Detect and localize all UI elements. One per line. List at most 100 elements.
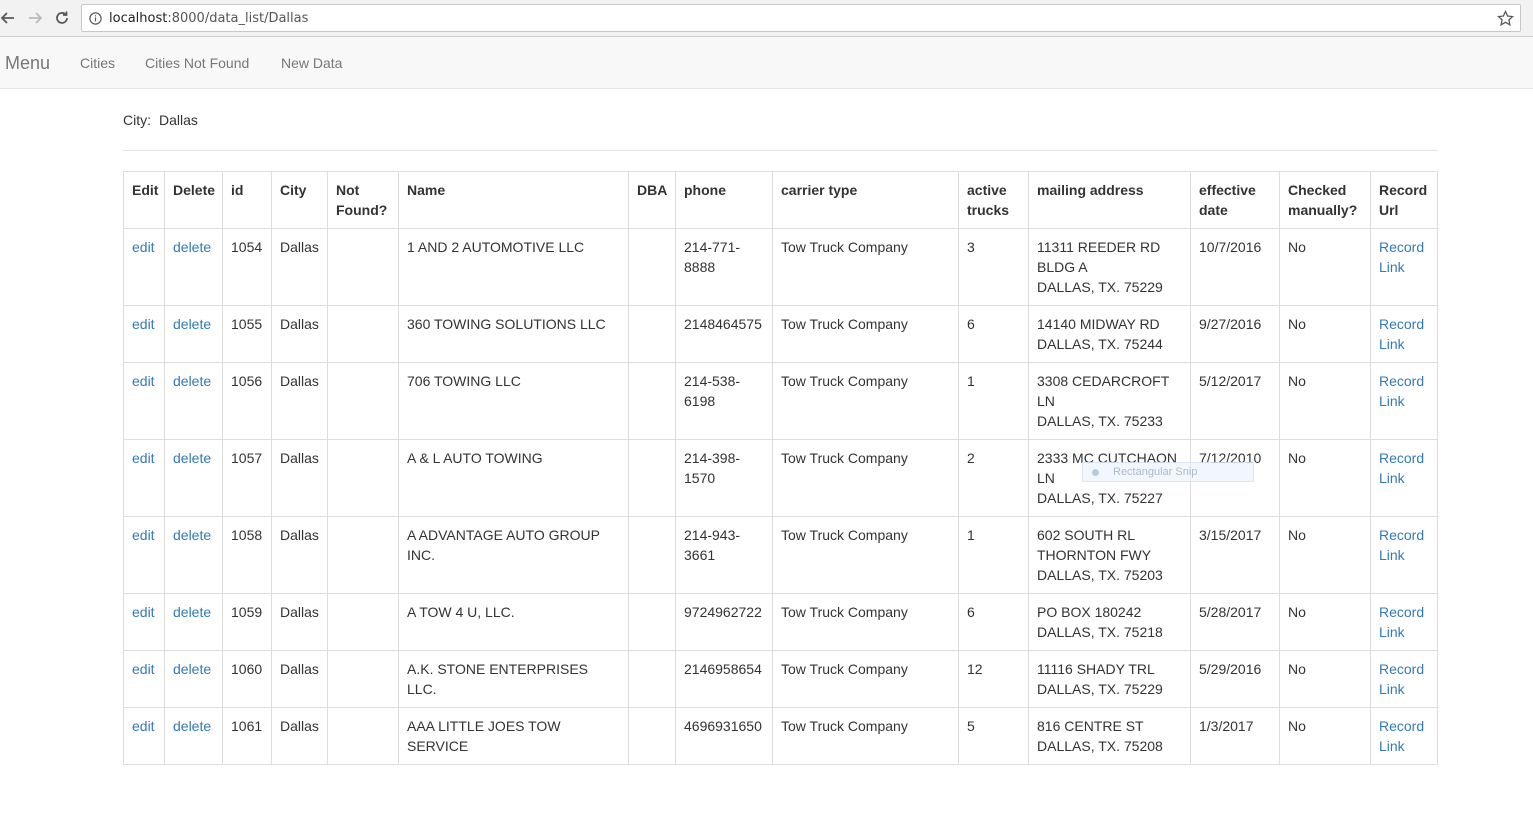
delete-link[interactable]: delete [173, 661, 211, 677]
checked-manually-cell: No [1279, 305, 1371, 363]
address-line: DALLAS, TX. 75208 [1037, 738, 1163, 754]
delete-link[interactable]: delete [173, 316, 211, 332]
record-link[interactable]: Record Link [1379, 718, 1424, 754]
mailing-address-cell: PO BOX 180242 DALLAS, TX. 75218 [1028, 593, 1191, 651]
record-link[interactable]: Record Link [1379, 661, 1424, 697]
name-cell: 360 TOWING SOLUTIONS LLC [398, 305, 629, 363]
name-cell: 706 TOWING LLC [398, 362, 629, 440]
header-checked-manually: Checked manually? [1279, 171, 1371, 229]
record-url-cell: Record Link [1370, 305, 1438, 363]
menu-brand[interactable]: Menu [5, 53, 50, 74]
address-line: DALLAS, TX. 75218 [1037, 624, 1163, 640]
delete-link[interactable]: delete [173, 527, 211, 543]
address-line: DALLAS, TX. 75229 [1037, 681, 1163, 697]
carrier-type-cell: Tow Truck Company [772, 439, 959, 517]
header-name: Name [398, 171, 629, 229]
record-link[interactable]: Record Link [1379, 450, 1424, 486]
delete-link[interactable]: delete [173, 718, 211, 734]
info-icon[interactable] [89, 12, 102, 25]
active-trucks-cell: 6 [958, 593, 1029, 651]
id-cell: 1060 [222, 650, 272, 708]
record-link[interactable]: Record Link [1379, 239, 1424, 275]
address-line: PO BOX 180242 [1037, 604, 1142, 620]
header-effective-date: effective date [1190, 171, 1280, 229]
not-found-cell [327, 439, 399, 517]
phone-cell: 2146958654 [675, 650, 773, 708]
edit-link[interactable]: edit [132, 718, 155, 734]
dba-cell [628, 305, 676, 363]
nav-link-cities[interactable]: Cities [80, 55, 115, 71]
header-dba: DBA [628, 171, 676, 229]
address-line: 602 SOUTH RL THORNTON FWY [1037, 527, 1152, 563]
active-trucks-cell: 3 [958, 228, 1029, 306]
back-arrow-icon[interactable] [0, 6, 20, 30]
not-found-cell [327, 362, 399, 440]
edit-link[interactable]: edit [132, 450, 155, 466]
mailing-address-cell: 14140 MIDWAY RD DALLAS, TX. 75244 [1028, 305, 1191, 363]
record-link[interactable]: Record Link [1379, 604, 1424, 640]
url-path: :8000/data_list/Dallas [167, 11, 309, 26]
snip-tooltip: Rectangular Snip [1082, 462, 1254, 482]
city-cell: Dallas [271, 305, 328, 363]
name-cell: A.K. STONE ENTERPRISES LLC. [398, 650, 629, 708]
header-id: id [222, 171, 272, 229]
edit-link[interactable]: edit [132, 604, 155, 620]
effective-date-cell: 9/27/2016 [1190, 305, 1280, 363]
delete-cell: delete [164, 593, 223, 651]
city-value: Dallas [159, 112, 198, 128]
dba-cell [628, 362, 676, 440]
delete-link[interactable]: delete [173, 373, 211, 389]
record-url-cell: Record Link [1370, 650, 1438, 708]
carrier-type-cell: Tow Truck Company [772, 516, 959, 594]
not-found-cell [327, 707, 399, 765]
phone-cell: 214-398-1570 [675, 439, 773, 517]
edit-link[interactable]: edit [132, 316, 155, 332]
carrier-type-cell: Tow Truck Company [772, 650, 959, 708]
dba-cell [628, 593, 676, 651]
phone-cell: 214-943-3661 [675, 516, 773, 594]
reload-icon[interactable] [50, 6, 74, 30]
header-city: City [271, 171, 328, 229]
name-cell: A & L AUTO TOWING [398, 439, 629, 517]
address-line: DALLAS, TX. 75244 [1037, 336, 1163, 352]
checked-manually-cell: No [1279, 707, 1371, 765]
nav-link-cities-not-found[interactable]: Cities Not Found [145, 55, 249, 71]
not-found-cell [327, 228, 399, 306]
mailing-address-cell: 3308 CEDARCROFT LN DALLAS, TX. 75233 [1028, 362, 1191, 440]
record-link[interactable]: Record Link [1379, 316, 1424, 352]
record-url-cell: Record Link [1370, 516, 1438, 594]
address-line: DALLAS, TX. 75233 [1037, 413, 1163, 429]
city-label: City: [123, 112, 151, 128]
effective-date-cell: 5/29/2016 [1190, 650, 1280, 708]
edit-link[interactable]: edit [132, 527, 155, 543]
header-mailing-address: mailing address [1028, 171, 1191, 229]
star-icon[interactable] [1497, 10, 1514, 27]
address-line: DALLAS, TX. 75229 [1037, 279, 1163, 295]
edit-cell: edit [123, 516, 165, 594]
snip-label: Rectangular Snip [1113, 466, 1198, 478]
edit-cell: edit [123, 305, 165, 363]
name-cell: AAA LITTLE JOES TOW SERVICE [398, 707, 629, 765]
city-cell: Dallas [271, 228, 328, 306]
edit-link[interactable]: edit [132, 661, 155, 677]
delete-cell: delete [164, 228, 223, 306]
active-trucks-cell: 1 [958, 516, 1029, 594]
table-row: edit delete 1060 Dallas A.K. STONE ENTERPRIS… [123, 650, 1438, 708]
effective-date-cell: 3/15/2017 [1190, 516, 1280, 594]
delete-link[interactable]: delete [173, 450, 211, 466]
address-bar[interactable]: localhost:8000/data_list/Dallas [81, 4, 1521, 32]
delete-link[interactable]: delete [173, 604, 211, 620]
not-found-cell [327, 516, 399, 594]
forward-arrow-icon[interactable] [23, 6, 47, 30]
city-cell: Dallas [271, 516, 328, 594]
nav-link-new-data[interactable]: New Data [281, 55, 342, 71]
record-link[interactable]: Record Link [1379, 373, 1424, 409]
record-link[interactable]: Record Link [1379, 527, 1424, 563]
edit-cell: edit [123, 228, 165, 306]
edit-link[interactable]: edit [132, 239, 155, 255]
dba-cell [628, 228, 676, 306]
phone-cell: 214-771-8888 [675, 228, 773, 306]
edit-link[interactable]: edit [132, 373, 155, 389]
delete-link[interactable]: delete [173, 239, 211, 255]
checked-manually-cell: No [1279, 593, 1371, 651]
